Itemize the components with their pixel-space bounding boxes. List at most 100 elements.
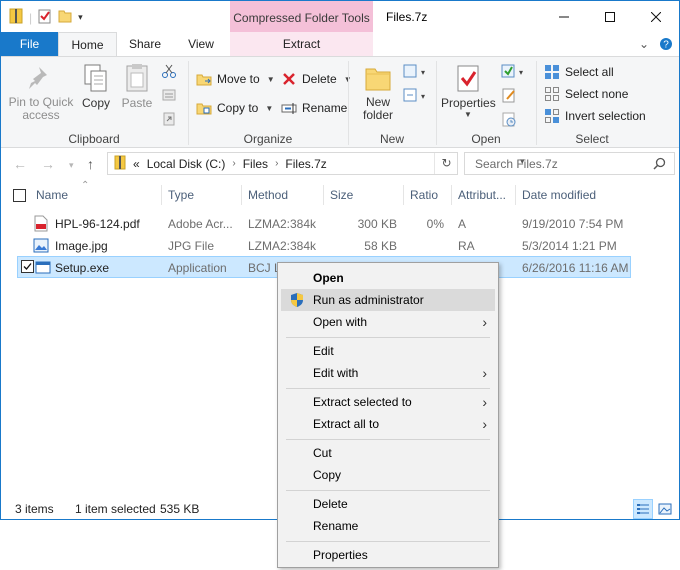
properties-check-icon[interactable] — [38, 8, 52, 27]
svg-text:?: ? — [663, 40, 669, 51]
delete-button[interactable]: Delete▼ — [281, 71, 352, 87]
column-divider[interactable] — [241, 185, 242, 205]
search-input[interactable]: Search Files.7z — [464, 152, 675, 175]
column-divider[interactable] — [403, 185, 404, 205]
large-icons-view-icon[interactable] — [655, 499, 675, 519]
copy-to-button[interactable]: Copy to ▼ — [196, 100, 273, 116]
easy-access-icon[interactable]: ▾ — [403, 87, 425, 106]
file-type: Application — [168, 261, 227, 275]
breadcrumb-overflow[interactable]: « — [133, 157, 140, 171]
tab-share[interactable]: Share — [119, 32, 171, 56]
submenu-arrow-icon: › — [482, 394, 487, 410]
menu-item-properties[interactable]: Properties — [281, 544, 495, 566]
row-checkbox-checked[interactable] — [21, 260, 34, 276]
new-item-icon[interactable]: ▾ — [403, 63, 425, 82]
file-row[interactable]: HPL-96-124.pdf Adobe Acr... LZMA2:384k 3… — [17, 213, 631, 235]
help-icon[interactable]: ? — [659, 37, 673, 54]
select-all-icon — [544, 64, 560, 80]
column-ratio[interactable]: Ratio — [410, 188, 438, 202]
column-date-modified[interactable]: Date modified — [522, 188, 596, 202]
invert-selection-icon — [544, 108, 560, 124]
paste-shortcut-icon[interactable] — [161, 111, 177, 130]
menu-item-copy[interactable]: Copy — [281, 464, 495, 486]
back-arrow-icon[interactable]: ← — [13, 156, 27, 172]
select-none-button[interactable]: Select none — [544, 86, 628, 102]
column-type[interactable]: Type — [168, 188, 194, 202]
clipboard-small-buttons — [161, 63, 177, 130]
pin-label: Pin to Quick access — [8, 95, 74, 122]
column-attributes[interactable]: Attribut... — [458, 188, 506, 202]
breadcrumb-item[interactable]: Local Disk (C:) — [147, 157, 226, 171]
open-icon[interactable]: ▾ — [501, 63, 525, 82]
menu-separator — [286, 439, 490, 440]
submenu-arrow-icon: › — [482, 416, 487, 432]
window-title: Files.7z — [386, 10, 428, 24]
new-folder-icon[interactable] — [58, 8, 72, 27]
selection-size: 535 KB — [160, 502, 200, 516]
breadcrumb-item[interactable]: Files — [243, 157, 268, 171]
move-to-button[interactable]: Move to ▼ — [196, 71, 275, 87]
menu-item-extract-selected-to[interactable]: Extract selected to › — [281, 391, 495, 413]
column-divider[interactable] — [515, 185, 516, 205]
select-all-button[interactable]: Select all — [544, 64, 614, 80]
zip-folder-icon[interactable] — [9, 8, 23, 27]
select-all-label: Select all — [565, 65, 614, 79]
copy-path-icon[interactable] — [161, 87, 177, 106]
context-menu: Open Run as administrator Open with › Ed… — [277, 262, 499, 568]
file-attributes: RA — [458, 239, 475, 253]
menu-item-delete[interactable]: Delete — [281, 493, 495, 515]
column-size[interactable]: Size — [330, 188, 353, 202]
column-divider[interactable] — [323, 185, 324, 205]
forward-arrow-icon[interactable]: → — [41, 156, 55, 172]
column-divider[interactable] — [161, 185, 162, 205]
menu-item-rename[interactable]: Rename — [281, 515, 495, 537]
minimize-button[interactable] — [541, 1, 587, 32]
breadcrumb-item[interactable]: Files.7z — [285, 157, 326, 171]
invert-selection-label: Invert selection — [565, 109, 646, 123]
submenu-arrow-icon: › — [482, 314, 487, 330]
column-method[interactable]: Method — [248, 188, 288, 202]
new-folder-button[interactable]: New folder — [357, 63, 399, 122]
pin-quick-access-button[interactable]: Pin to Quick access — [7, 63, 75, 122]
tab-extract[interactable]: Extract — [230, 32, 373, 56]
invert-selection-button[interactable]: Invert selection — [544, 108, 646, 124]
menu-item-edit-with[interactable]: Edit with › — [281, 362, 495, 384]
tab-home[interactable]: Home — [58, 32, 117, 57]
properties-icon — [452, 63, 484, 93]
menu-item-cut[interactable]: Cut — [281, 442, 495, 464]
copy-button[interactable]: Copy — [79, 63, 113, 110]
column-name[interactable]: Name — [36, 188, 68, 202]
details-view-icon[interactable] — [633, 499, 653, 519]
cut-icon[interactable] — [161, 63, 177, 82]
customize-qat-icon[interactable]: ▾ — [78, 12, 83, 23]
refresh-icon[interactable]: ↻ — [434, 153, 458, 174]
search-placeholder: Search Files.7z — [475, 157, 558, 171]
history-icon[interactable] — [501, 111, 525, 130]
menu-separator — [286, 490, 490, 491]
tab-file[interactable]: File — [1, 32, 58, 56]
properties-button[interactable]: Properties ▼ — [441, 63, 496, 119]
recent-locations-icon[interactable]: ▾ — [69, 160, 74, 171]
maximize-button[interactable] — [587, 1, 633, 32]
menu-separator — [286, 541, 490, 542]
up-arrow-icon[interactable]: ↑ — [87, 156, 94, 172]
select-all-checkbox[interactable] — [13, 189, 26, 205]
menu-item-open[interactable]: Open — [281, 267, 495, 289]
menu-item-edit[interactable]: Edit — [281, 340, 495, 362]
file-name: Setup.exe — [55, 261, 110, 275]
close-button[interactable] — [633, 1, 679, 32]
paste-button[interactable]: Paste — [119, 63, 155, 110]
rename-button[interactable]: Rename — [281, 100, 347, 116]
expand-ribbon-icon[interactable]: ⌄ — [639, 37, 649, 54]
menu-item-open-with[interactable]: Open with › — [281, 311, 495, 333]
menu-item-run-as-administrator[interactable]: Run as administrator — [281, 289, 495, 311]
move-to-icon — [196, 71, 212, 87]
menu-item-extract-all-to[interactable]: Extract all to › — [281, 413, 495, 435]
file-row[interactable]: Image.jpg JPG File LZMA2:384k 58 KB RA 5… — [17, 235, 631, 257]
edit-icon[interactable] — [501, 87, 525, 106]
svg-text:▾: ▾ — [519, 68, 523, 77]
tab-view[interactable]: View — [173, 32, 229, 56]
navigation-bar: ← → ▾ ↑ « Local Disk (C:) › Files › File… — [1, 149, 679, 181]
address-bar[interactable]: « Local Disk (C:) › Files › Files.7z ▾ ↻ — [107, 152, 525, 175]
column-divider[interactable] — [451, 185, 452, 205]
